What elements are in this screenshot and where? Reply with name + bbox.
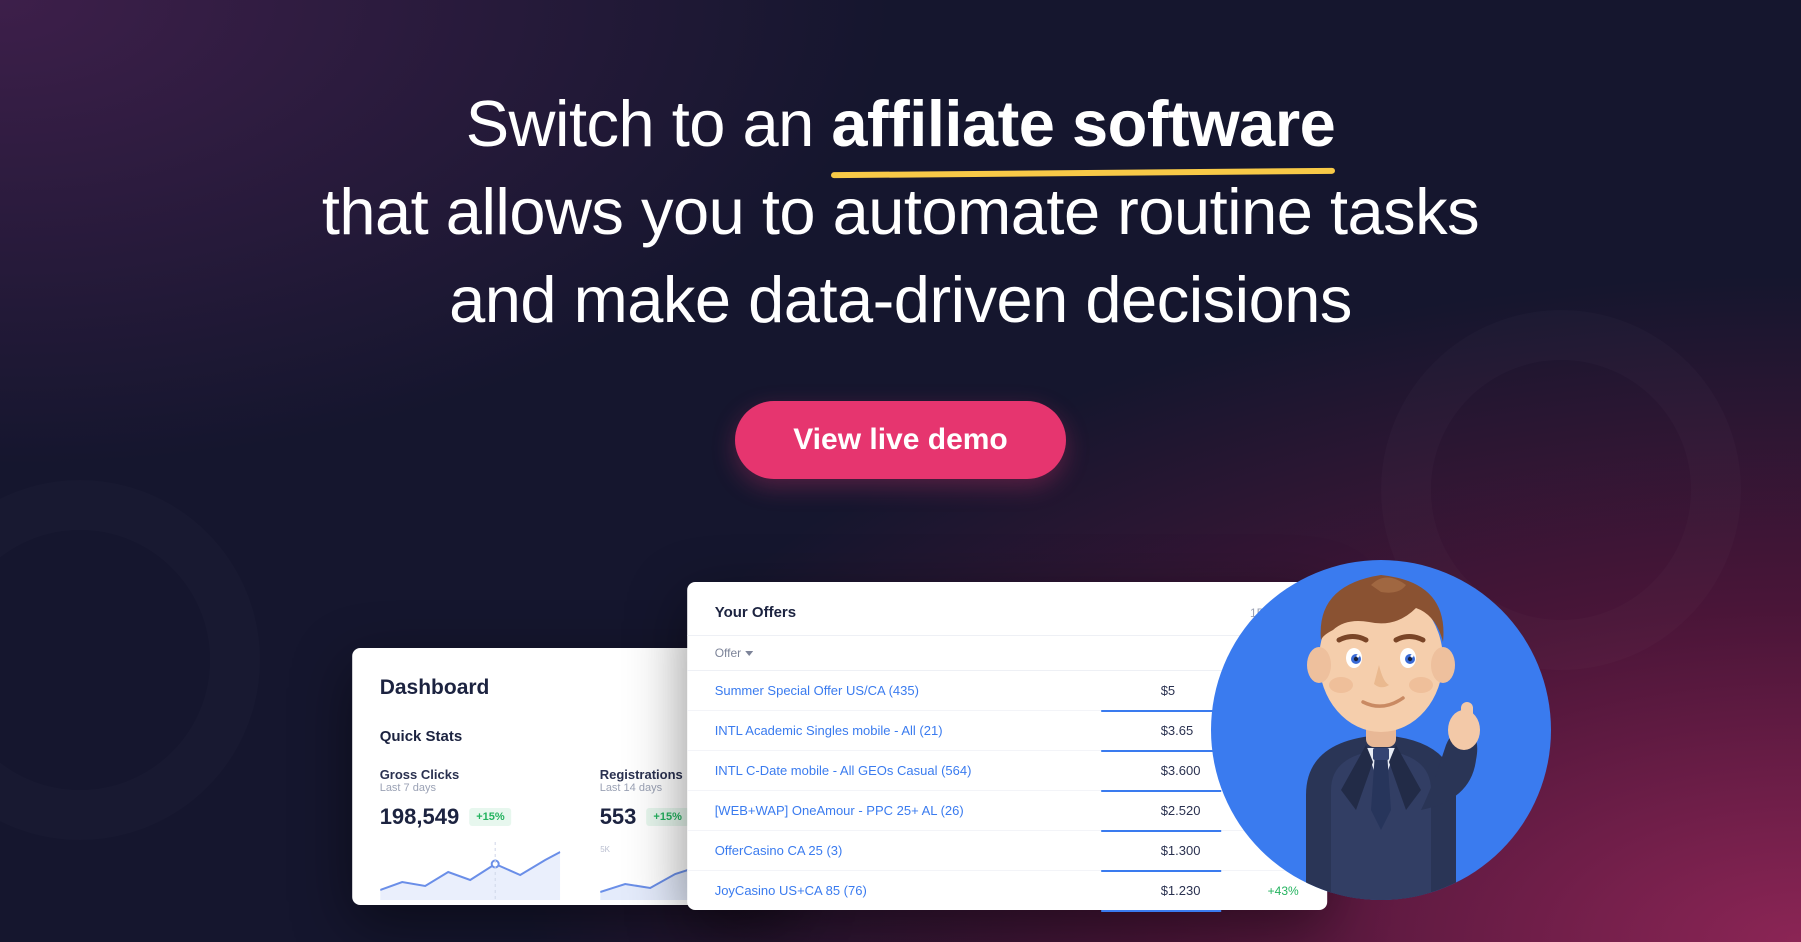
headline-part: Switch to an xyxy=(466,87,832,160)
stat-title: Gross Clicks xyxy=(380,767,560,782)
stat-block: Gross Clicks Last 7 days 198,549 +15% xyxy=(380,767,560,905)
offer-link[interactable]: JoyCasino US+CA 85 (76) xyxy=(715,883,1149,898)
offer-link[interactable]: OfferCasino CA 25 (3) xyxy=(715,843,1149,858)
stat-subtitle: Last 7 days xyxy=(380,782,560,794)
col-header-offer-label: Offer xyxy=(715,646,741,660)
mockup-container: Dashboard Quick Stats Gross Clicks Last … xyxy=(352,582,1332,942)
col-header-offer[interactable]: Offer xyxy=(715,646,1219,660)
businessman-illustration xyxy=(1221,560,1541,900)
offers-title: Your Offers xyxy=(715,604,796,621)
avatar-circle xyxy=(1211,560,1551,900)
offer-link[interactable]: INTL C-Date mobile - All GEOs Casual (56… xyxy=(715,763,1149,778)
bg-decoration-circle xyxy=(0,480,260,840)
headline: Switch to an affiliate software that all… xyxy=(0,80,1801,343)
svg-text:5K: 5K xyxy=(600,845,610,854)
offer-link[interactable]: [WEB+WAP] OneAmour - PPC 25+ AL (26) xyxy=(715,803,1149,818)
caret-down-icon xyxy=(745,651,753,656)
stat-delta: +15% xyxy=(646,808,688,826)
offer-link[interactable]: INTL Academic Singles mobile - All (21) xyxy=(715,723,1149,738)
offer-link[interactable]: Summer Special Offer US/CA (435) xyxy=(715,683,1149,698)
stat-value: 198,549 xyxy=(380,804,460,830)
stat-delta: +15% xyxy=(469,808,511,826)
headline-part: and make data-driven decisions xyxy=(449,263,1352,336)
stat-value: 553 xyxy=(600,804,637,830)
view-demo-button[interactable]: View live demo xyxy=(735,401,1066,479)
headline-part: that allows you to automate routine task… xyxy=(322,175,1479,248)
sparkline-chart xyxy=(380,842,560,900)
avatar xyxy=(1211,560,1551,900)
headline-highlight: affiliate software xyxy=(831,80,1335,168)
